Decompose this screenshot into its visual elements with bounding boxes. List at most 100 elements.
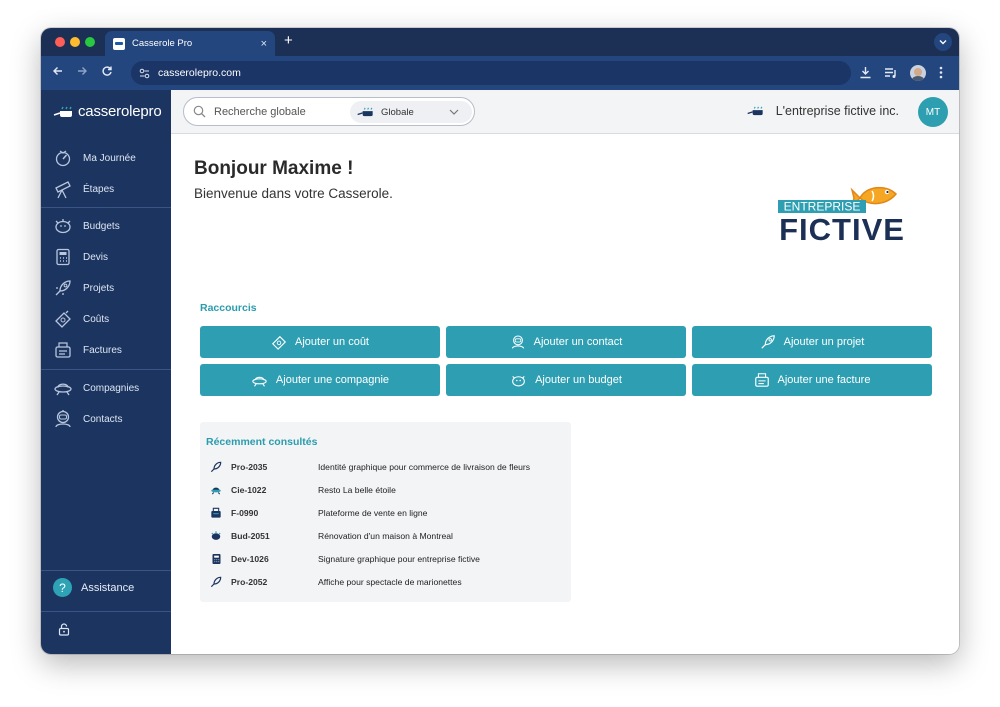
recent-code: Pro-2035 — [231, 462, 268, 472]
recent-code: Bud-2051 — [231, 531, 270, 541]
add-invoice-button[interactable]: Ajouter une facture — [692, 364, 932, 396]
minimize-window-button[interactable] — [70, 37, 80, 47]
playlist-icon — [885, 68, 896, 78]
recent-description: Rénovation d'un maison à Montreal — [318, 531, 453, 541]
back-button[interactable] — [52, 65, 64, 81]
tab-close-icon[interactable]: × — [261, 38, 267, 50]
assistance-button[interactable]: ? Assistance — [53, 578, 134, 597]
add-contact-label: Ajouter un contact — [533, 336, 623, 348]
user-avatar[interactable]: MT — [918, 97, 948, 127]
sidebar-item-etapes[interactable]: Étapes — [53, 178, 114, 200]
search-icon — [193, 105, 206, 118]
sidebar-item-label: Devis — [83, 251, 109, 263]
search-scope-select[interactable]: Globale — [350, 101, 472, 123]
reload-button[interactable] — [101, 65, 113, 81]
casserole-logo-icon — [747, 106, 763, 116]
add-project-button[interactable]: Ajouter un projet — [692, 326, 932, 358]
ufo-icon — [251, 373, 268, 388]
new-tab-button[interactable]: + — [284, 33, 293, 49]
browser-menu-button[interactable] — [939, 66, 943, 82]
company-logo: ENTREPRISE FICTIVE — [778, 186, 904, 246]
download-icon — [860, 67, 871, 79]
telescope-icon — [53, 179, 73, 199]
shortcuts-title: Raccourcis — [200, 302, 257, 314]
add-budget-label: Ajouter un budget — [535, 374, 622, 386]
url-text: casserolepro.com — [158, 67, 241, 79]
recent-code: Dev-1026 — [231, 554, 269, 564]
add-contact-button[interactable]: Ajouter un contact — [446, 326, 686, 358]
recent-description: Signature graphique pour entreprise fict… — [318, 554, 480, 564]
sidebar-item-ma-journee[interactable]: Ma Journée — [53, 147, 136, 169]
reload-icon — [102, 66, 112, 76]
astronaut-icon — [53, 409, 73, 429]
piggy-bank-icon — [210, 530, 222, 542]
astronaut-icon — [510, 334, 526, 350]
sidebar-item-label: Compagnies — [83, 382, 140, 394]
list-item[interactable]: Dev-1026 Signature graphique pour entrep… — [210, 551, 563, 567]
list-item[interactable]: Bud-2051 Rénovation d'un maison à Montre… — [210, 528, 563, 544]
profile-avatar[interactable] — [910, 65, 926, 81]
tab-search-button[interactable] — [934, 33, 952, 51]
list-item[interactable]: Cie-1022 Resto La belle étoile — [210, 482, 563, 498]
sidebar-item-budgets[interactable]: Budgets — [53, 215, 120, 237]
sidebar-item-contacts[interactable]: Contacts — [53, 408, 122, 430]
site-info-icon[interactable] — [137, 66, 151, 80]
list-item[interactable]: Pro-2052 Affiche pour spectacle de mario… — [210, 574, 563, 590]
tab-title: Casserole Pro — [132, 38, 193, 49]
arrow-right-icon — [78, 67, 87, 75]
help-icon: ? — [53, 578, 72, 597]
browser-tab[interactable]: Casserole Pro × — [105, 31, 275, 56]
global-search: Globale — [183, 97, 475, 126]
reading-list-button[interactable] — [884, 66, 897, 82]
recent-description: Resto La belle étoile — [318, 485, 396, 495]
company-switcher[interactable]: L'entreprise fictive inc. — [746, 104, 899, 118]
add-budget-button[interactable]: Ajouter un budget — [446, 364, 686, 396]
piggy-bank-icon — [53, 216, 73, 236]
sidebar-item-compagnies[interactable]: Compagnies — [53, 377, 139, 399]
search-input[interactable] — [214, 105, 344, 118]
sidebar-item-label: Budgets — [83, 220, 120, 232]
close-window-button[interactable] — [55, 37, 65, 47]
app-logo[interactable]: casserolepro — [53, 103, 162, 120]
chevron-down-icon — [449, 109, 459, 115]
add-company-button[interactable]: Ajouter une compagnie — [200, 364, 440, 396]
welcome-text: Bienvenue dans votre Casserole. — [194, 186, 393, 201]
invoice-icon — [754, 372, 770, 388]
sidebar-item-label: Coûts — [83, 313, 110, 325]
page-title: Bonjour Maxime ! — [194, 158, 354, 179]
lock-button[interactable] — [58, 623, 70, 641]
recent-description: Plateforme de vente en ligne — [318, 508, 428, 518]
sidebar-item-projets[interactable]: Projets — [53, 277, 114, 299]
sidebar-item-factures[interactable]: Factures — [53, 339, 122, 361]
list-item[interactable]: Pro-2035 Identité graphique pour commerc… — [210, 459, 563, 475]
favicon-icon — [113, 37, 125, 50]
casserole-logo-icon — [357, 107, 373, 117]
forward-button[interactable] — [76, 65, 88, 81]
money-icon — [53, 309, 73, 329]
sidebar-item-label: Factures — [83, 344, 122, 356]
recent-description: Affiche pour spectacle de marionettes — [318, 577, 462, 587]
app: casserolepro Ma Journée Étapes Budgets D… — [41, 90, 959, 654]
chevron-down-icon — [939, 40, 947, 45]
add-company-label: Ajouter une compagnie — [275, 374, 390, 386]
app-header: Globale L'entreprise fictive inc. MT — [171, 90, 959, 134]
add-cost-button[interactable]: Ajouter un coût — [200, 326, 440, 358]
piggy-bank-icon — [510, 373, 527, 388]
company-name: L'entreprise fictive inc. — [775, 104, 899, 118]
browser-window: Casserole Pro × + casserolepro.com casse… — [41, 28, 959, 654]
recent-code: F-0990 — [231, 508, 259, 518]
sidebar-item-label: Contacts — [83, 413, 123, 425]
address-bar[interactable]: casserolepro.com — [131, 61, 851, 85]
sidebar-item-couts[interactable]: Coûts — [53, 308, 109, 330]
rocket-icon — [53, 278, 73, 298]
list-item[interactable]: F-0990 Plateforme de vente en ligne — [210, 505, 563, 521]
sidebar: casserolepro Ma Journée Étapes Budgets D… — [41, 90, 171, 654]
browser-toolbar: casserolepro.com — [41, 56, 959, 90]
add-invoice-label: Ajouter une facture — [777, 374, 871, 386]
assistance-label: Assistance — [81, 581, 135, 594]
maximize-window-button[interactable] — [85, 37, 95, 47]
sidebar-item-devis[interactable]: Devis — [53, 246, 108, 268]
add-cost-label: Ajouter un coût — [295, 336, 369, 348]
rocket-icon — [210, 461, 222, 473]
download-button[interactable] — [859, 66, 872, 82]
